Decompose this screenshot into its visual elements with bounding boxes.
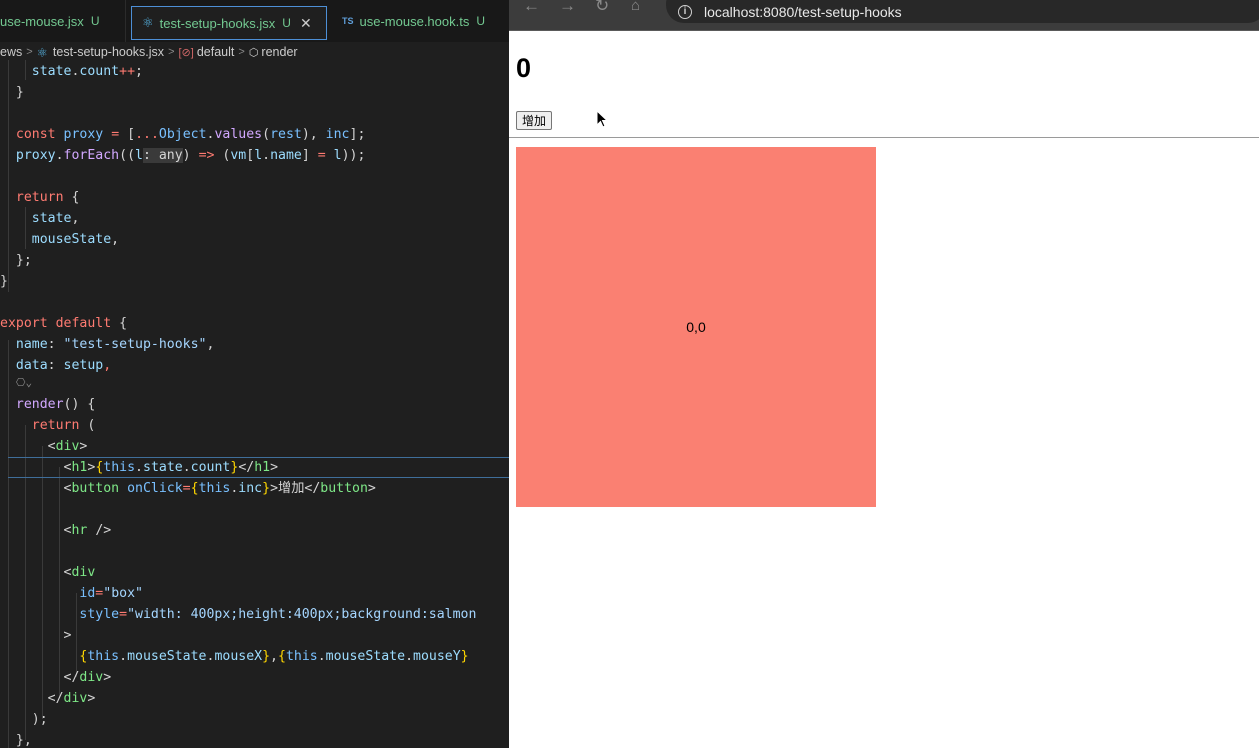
tab-use-mouse-jsx[interactable]: use-mouse.jsx U	[0, 0, 126, 42]
code-line-current: <h1>{this.state.count}</h1>	[8, 457, 509, 478]
breadcrumb-symbol[interactable]: default	[197, 45, 235, 59]
code-editor[interactable]: use-mouse.jsx U ⚛ test-setup-hooks.jsx U…	[0, 0, 509, 748]
increment-button[interactable]: 增加	[516, 111, 553, 130]
site-info-icon[interactable]: i	[678, 4, 692, 19]
react-icon: ⚛	[142, 15, 154, 30]
code-line: const proxy = [...Object.values(rest), i…	[15, 127, 366, 142]
chevron-right-icon: >	[238, 46, 245, 58]
back-arrow-icon[interactable]: ←	[523, 0, 540, 16]
breadcrumb: ews > ⚛ test-setup-hooks.jsx > [⊘] defau…	[0, 42, 509, 62]
method-cube-icon: ⬡	[248, 46, 259, 59]
code-line: </div>	[63, 670, 112, 685]
code-line: state.count++;	[31, 64, 143, 79]
code-area[interactable]: state.count++; } const proxy = [...Objec…	[0, 60, 509, 748]
code-line: <div	[63, 565, 96, 580]
code-line: return {	[15, 190, 80, 205]
tab-label: use-mouse.hook.ts	[359, 13, 470, 29]
mouse-coordinates-text: 0,0	[686, 319, 706, 335]
code-line: id="box"	[79, 586, 143, 601]
code-line: proxy.forEach((l: any) => (vm[l.name] = …	[15, 148, 366, 163]
home-icon[interactable]: ⌂	[631, 0, 640, 14]
code-line: state,	[31, 211, 80, 226]
code-line: <button onClick={this.inc}>增加</button>	[63, 481, 376, 496]
url-text[interactable]: localhost:8080/test-setup-hooks	[704, 4, 902, 20]
close-icon[interactable]: ✕	[300, 15, 312, 32]
code-line: };	[15, 253, 32, 268]
typescript-icon: TS	[342, 16, 354, 26]
code-lens[interactable]: ⎔⌄	[0, 374, 509, 392]
breadcrumb-method[interactable]: render	[261, 45, 297, 59]
code-line: return (	[31, 418, 96, 433]
editor-tab-bar: use-mouse.jsx U ⚛ test-setup-hooks.jsx U…	[0, 0, 509, 43]
web-page: 0 增加 0,0	[509, 31, 1259, 748]
code-line: }	[0, 274, 8, 289]
untracked-badge: U	[282, 16, 291, 30]
browser-window: ← → ↻ ⌂ i localhost:8080/test-setup-hook…	[509, 0, 1259, 748]
code-line: );	[31, 712, 48, 727]
tab-test-setup-hooks-jsx[interactable]: ⚛ test-setup-hooks.jsx U ✕	[131, 6, 327, 40]
chevron-right-icon: >	[26, 46, 33, 58]
reload-icon[interactable]: ↻	[595, 0, 609, 16]
code-line: </div>	[47, 691, 96, 706]
mouse-cursor-icon	[596, 110, 609, 128]
code-line: style="width: 400px;height:400px;backgro…	[79, 607, 477, 622]
untracked-badge: U	[476, 14, 486, 28]
breadcrumb-file[interactable]: test-setup-hooks.jsx	[53, 45, 164, 59]
code-line: name: "test-setup-hooks",	[15, 337, 215, 352]
tab-label: use-mouse.jsx	[0, 13, 84, 29]
symbol-variable-icon: [⊘]	[178, 46, 194, 59]
address-bar[interactable]: i localhost:8080/test-setup-hooks	[666, 0, 1259, 23]
browser-toolbar: ← → ↻ ⌂ i localhost:8080/test-setup-hook…	[509, 0, 1259, 31]
code-line: {this.mouseState.mouseX},{this.mouseStat…	[79, 649, 469, 664]
code-line: }	[15, 85, 24, 100]
code-line: <hr />	[63, 523, 112, 538]
code-line: data: setup,	[15, 358, 112, 373]
count-heading: 0	[516, 53, 532, 83]
react-icon: ⚛	[36, 45, 48, 60]
code-line: export default {	[0, 316, 128, 331]
code-line: },	[15, 733, 32, 748]
code-line: <div>	[47, 439, 88, 454]
tab-use-mouse-hook-ts[interactable]: TS use-mouse.hook.ts U	[332, 0, 509, 42]
code-lens-icon: ⎔⌄	[15, 376, 33, 389]
mouse-tracking-box[interactable]: 0,0	[516, 147, 876, 507]
code-line: render() {	[15, 397, 96, 412]
tab-label: test-setup-hooks.jsx	[159, 15, 276, 31]
forward-arrow-icon[interactable]: →	[559, 0, 576, 16]
breadcrumb-folder[interactable]: ews	[0, 45, 22, 59]
untracked-badge: U	[90, 14, 100, 28]
code-line: mouseState,	[31, 232, 120, 247]
code-line: >	[63, 628, 72, 643]
chevron-right-icon: >	[168, 46, 175, 58]
horizontal-rule	[509, 137, 1259, 138]
